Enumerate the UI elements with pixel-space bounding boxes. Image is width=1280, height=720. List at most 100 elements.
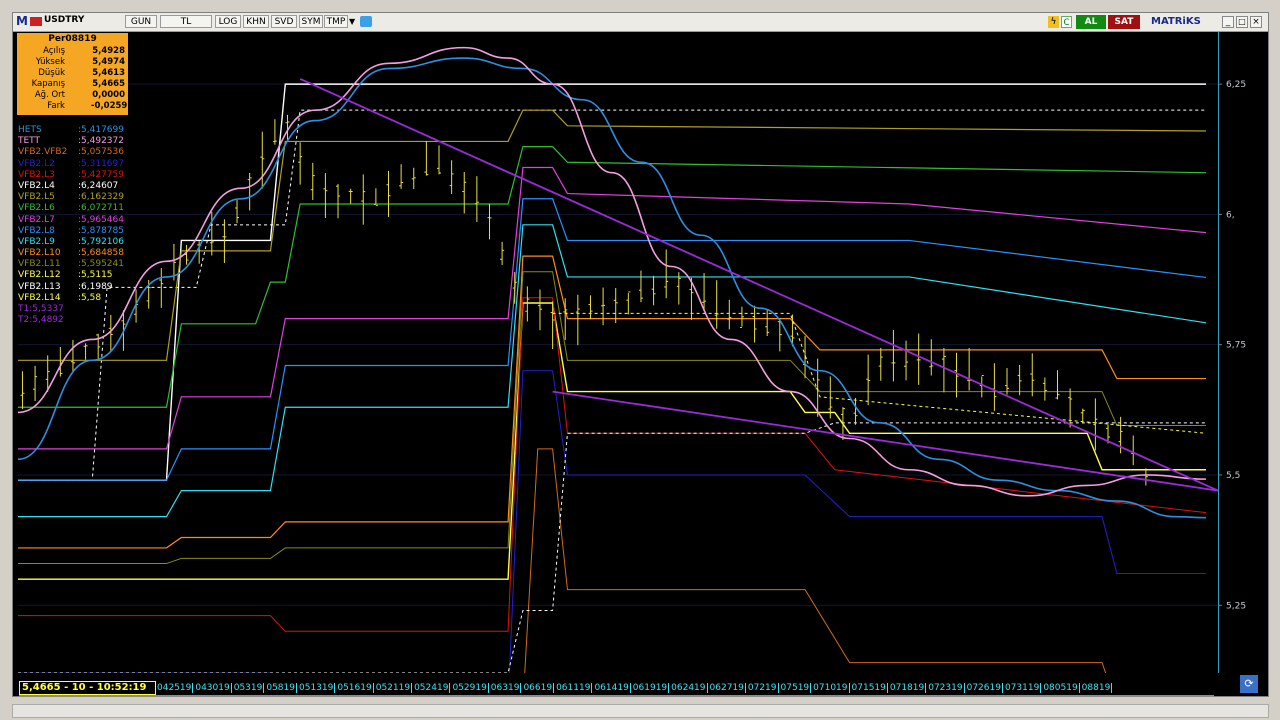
price-bar (803, 336, 808, 379)
price-bar (638, 270, 643, 303)
date-label: 061419 (594, 683, 631, 693)
ohlc-value: 5,4665 (92, 79, 125, 89)
toolbar-button-tl[interactable]: TL (160, 15, 212, 28)
close-button[interactable]: × (1250, 16, 1262, 28)
dropdown-arrow-icon[interactable]: ▼ (349, 15, 359, 28)
price-bar (159, 268, 164, 308)
ohlc-value: 5,4928 (92, 46, 125, 56)
date-label: 06619 (523, 683, 555, 693)
ticker-scrollbar[interactable] (19, 695, 1214, 697)
price-bar (866, 354, 871, 406)
price-bar (979, 375, 984, 398)
series-line-l9 (18, 224, 1207, 518)
symbol-label[interactable]: USDTRY (44, 15, 84, 25)
ohlc-label: Yüksek (35, 57, 65, 67)
price-chart[interactable] (18, 32, 1218, 673)
settings-icon[interactable]: ⟳ (1240, 675, 1258, 693)
date-label: 042519 (157, 683, 194, 693)
toolbar-button-log[interactable]: LOG (215, 15, 241, 28)
chart-window: M USDTRY GUN TL LOG KHN SVD SYM TMP ▼ ϟ … (12, 12, 1269, 697)
buy-button[interactable]: AL (1076, 15, 1106, 29)
series-line-ldash3 (552, 312, 1207, 434)
price-bar (651, 275, 656, 306)
price-bar (1030, 353, 1035, 397)
ohlc-label: Düşük (38, 68, 65, 78)
minimize-button[interactable]: _ (1222, 16, 1234, 28)
price-bar (373, 188, 378, 206)
legend-value: :5,5115 (78, 270, 113, 281)
price-bar (1131, 435, 1136, 466)
sell-button[interactable]: SAT (1108, 15, 1140, 29)
legend-name: VFB2.L8 (18, 225, 55, 236)
date-label: 071819 (889, 683, 927, 693)
date-label: 07219 (747, 683, 779, 693)
legend-value: :5,595241 (78, 259, 124, 270)
legend-name: HETS (18, 125, 42, 135)
ohlc-value: 5,4974 (92, 57, 125, 67)
price-bar (20, 371, 25, 410)
legend-item: VFB2.L14:5,58 (18, 293, 124, 304)
date-label: 05819 (266, 683, 297, 693)
trend-line-t1 (299, 78, 1218, 492)
price-bar (967, 347, 972, 391)
date-label: 052119 (375, 683, 413, 693)
ohlc-row: Fark -0,0259 (17, 101, 128, 112)
legend-item: VFB2.VFB2:5,057536 (18, 147, 124, 158)
refresh-icon[interactable]: C (1061, 16, 1072, 28)
toolbar-button-khn[interactable]: KHN (243, 15, 269, 28)
price-bar (575, 294, 580, 346)
status-bar (12, 704, 1269, 718)
price-bar (399, 164, 404, 189)
legend-item: VFB2.L11:5,595241 (18, 259, 124, 270)
price-bar (449, 160, 454, 194)
chart-toolbar: M USDTRY GUN TL LOG KHN SVD SYM TMP ▼ ϟ … (13, 13, 1268, 32)
twitter-icon[interactable] (360, 16, 372, 27)
toolbar-button-tmp[interactable]: TMP (324, 15, 348, 28)
price-bar (613, 287, 618, 324)
series-line-vfb2 (524, 448, 1107, 673)
legend-name: TETT (18, 136, 41, 147)
toolbar-button-sym[interactable]: SYM (299, 15, 323, 28)
price-bar (954, 352, 959, 398)
indicator-legend: HETS:5,417699 TETT:5,492372 VFB2.VFB2:5,05… (18, 125, 124, 326)
legend-item: T1:5,5337 (18, 304, 124, 315)
price-bar (664, 249, 669, 299)
date-label: 062719 (709, 683, 746, 693)
series-line-l10 (18, 255, 1206, 549)
legend-value: :5,492372 (78, 136, 124, 147)
date-label: 051319 (299, 683, 336, 693)
y-tick-label: 6,25 (1226, 80, 1246, 90)
date-label: 07519 (780, 683, 812, 693)
price-bar (714, 280, 719, 329)
toolbar-button-gun[interactable]: GUN (125, 15, 157, 28)
maximize-button[interactable]: □ (1236, 16, 1248, 28)
price-bar (752, 305, 757, 343)
legend-name: VFB2.L10 (18, 248, 61, 259)
toolbar-button-svd[interactable]: SVD (271, 15, 297, 28)
price-bar (601, 287, 606, 326)
lightning-icon[interactable]: ϟ (1048, 16, 1059, 28)
legend-value: :6,072711 (78, 203, 124, 214)
price-bar (1017, 364, 1022, 396)
ohlc-label: Ağ. Ort (34, 90, 65, 100)
series-line-l3 (18, 297, 1207, 632)
legend-name: VFB2.VFB2 (18, 147, 68, 158)
legend-name: T2:5,4892 (18, 315, 64, 326)
date-label: 071019 (813, 683, 850, 693)
price-bar (235, 199, 240, 224)
price-bar (474, 176, 479, 222)
price-bar (272, 119, 277, 145)
ohlc-row: Kapanış 5,4665 (17, 79, 128, 90)
legend-item: VFB2.L10:5,684858 (18, 248, 124, 259)
price-bar (904, 340, 909, 381)
y-tick-label: 5,25 (1226, 601, 1246, 611)
price-bar (386, 170, 391, 217)
matriks-logo: M (16, 14, 28, 28)
price-bar (411, 167, 416, 190)
price-bar (702, 273, 707, 310)
ohlc-value: 5,4613 (92, 68, 125, 78)
legend-item: TETT :5,492372 (18, 136, 124, 147)
legend-name: VFB2.L3 (18, 169, 55, 180)
legend-item: T2:5,4892 (18, 315, 124, 326)
current-price-readout: 5,4665 - 10 - 10:52:19 (19, 681, 156, 695)
